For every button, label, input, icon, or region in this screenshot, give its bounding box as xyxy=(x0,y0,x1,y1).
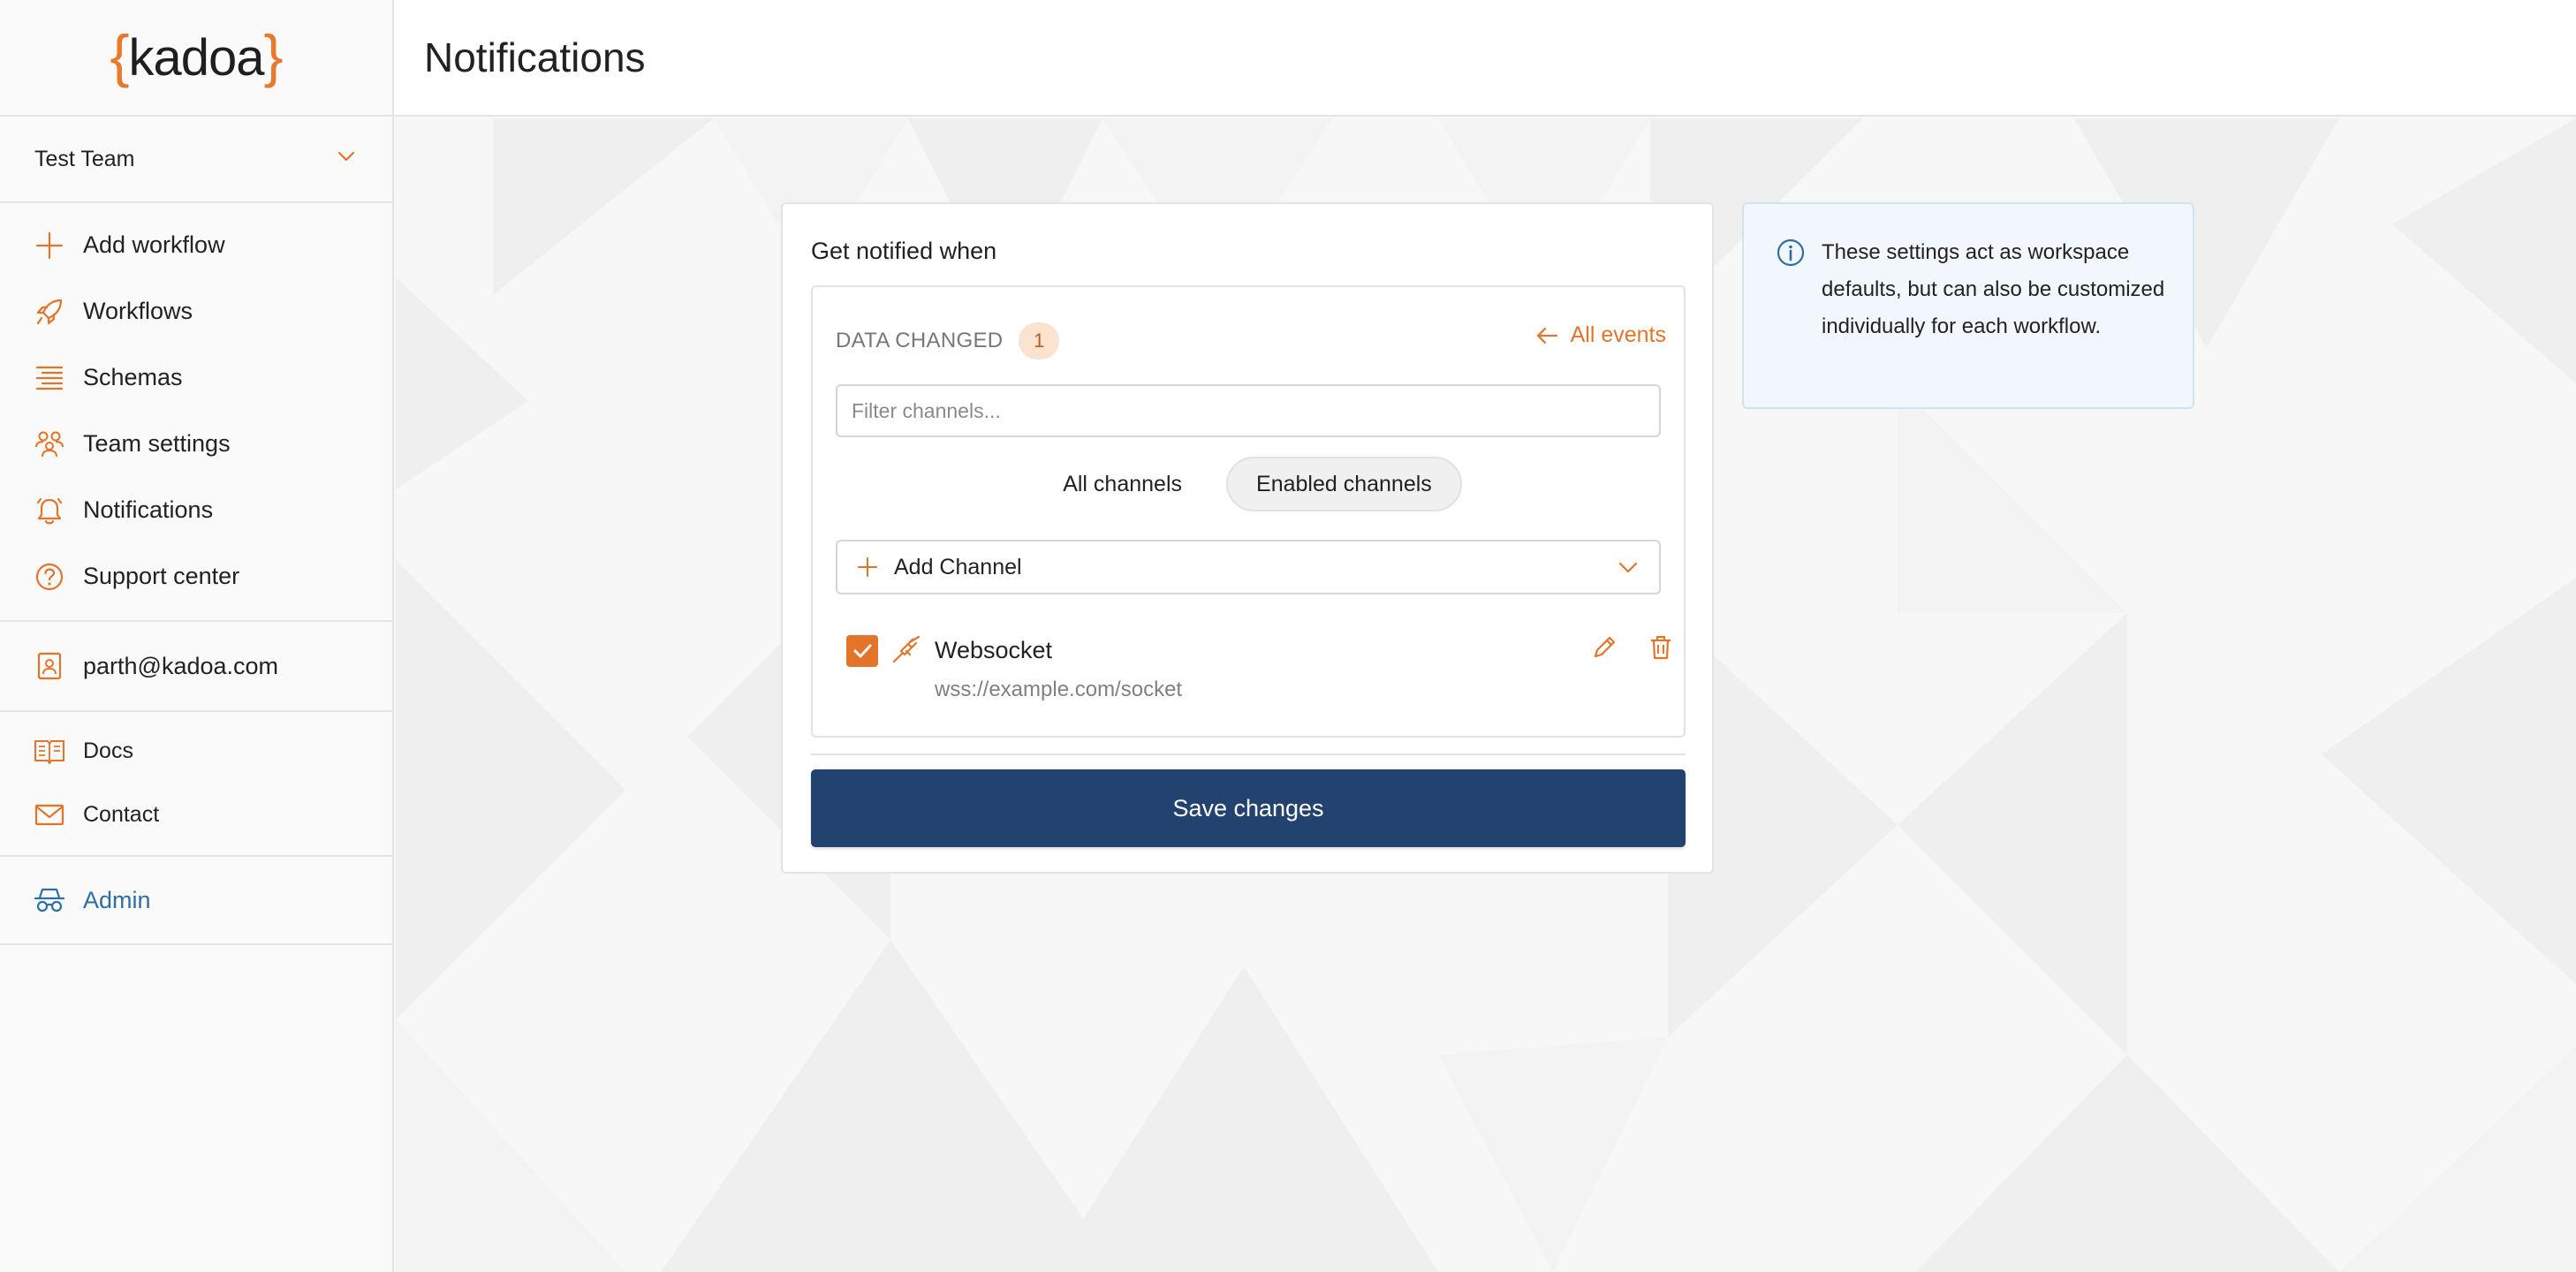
channel-filter-tabs: All channels Enabled channels xyxy=(813,457,1684,511)
edit-channel-button[interactable] xyxy=(1590,633,1618,666)
help-circle-icon xyxy=(34,561,65,593)
channel-row: Websocket wss://example.com/socket xyxy=(846,625,1671,713)
event-header: DATA CHANGED 1 xyxy=(836,322,1060,360)
admin-section: Admin xyxy=(0,857,392,945)
plus-icon xyxy=(858,557,877,577)
bell-icon xyxy=(34,495,65,526)
main-content: Get notified when DATA CHANGED 1 All eve… xyxy=(396,118,2576,1272)
user-section: parth@kadoa.com xyxy=(0,622,392,712)
delete-channel-button[interactable] xyxy=(1647,633,1675,666)
incognito-icon xyxy=(34,884,65,916)
card-title: Get notified when xyxy=(811,238,997,264)
nav-docs[interactable]: Docs xyxy=(0,719,392,783)
save-changes-button[interactable]: Save changes xyxy=(811,769,1686,847)
channel-url: wss://example.com/socket xyxy=(935,678,1183,701)
schema-list-icon xyxy=(34,362,65,394)
all-events-link[interactable]: All events xyxy=(1535,322,1666,348)
page-title: Notifications xyxy=(424,34,646,80)
user-account[interactable]: parth@kadoa.com xyxy=(0,622,392,710)
event-count-badge: 1 xyxy=(1019,322,1060,360)
help-links: Docs Contact xyxy=(0,712,392,857)
plus-icon xyxy=(34,230,65,261)
event-panel: DATA CHANGED 1 All events All channels E… xyxy=(811,285,1686,738)
plug-icon xyxy=(890,633,922,670)
info-icon xyxy=(1776,238,1806,272)
rocket-icon xyxy=(34,296,65,328)
page-header: Notifications xyxy=(394,0,2576,117)
add-channel-dropdown[interactable]: Add Channel xyxy=(836,540,1661,594)
tab-all-channels[interactable]: All channels xyxy=(1034,457,1210,511)
trash-icon xyxy=(1651,635,1671,660)
channel-name: Websocket xyxy=(935,637,1053,663)
book-icon xyxy=(34,735,65,767)
nav-add-workflow[interactable]: Add workflow xyxy=(0,212,392,278)
add-channel-label: Add Channel xyxy=(894,554,1022,579)
nav-workflows[interactable]: Workflows xyxy=(0,278,392,344)
kadoa-logo[interactable]: {kadoa} xyxy=(0,0,392,117)
main-nav: Add workflow Workflows Schemas Team sett… xyxy=(0,203,392,622)
info-text: These settings act as workspace defaults… xyxy=(1822,240,2165,338)
team-selector[interactable]: Test Team xyxy=(0,117,392,203)
checkmark-icon xyxy=(853,644,872,658)
divider xyxy=(811,753,1686,755)
nav-team-settings[interactable]: Team settings xyxy=(0,411,392,477)
channel-enabled-checkbox[interactable] xyxy=(846,635,878,667)
team-name: Test Team xyxy=(34,146,135,171)
contact-card-icon xyxy=(34,650,65,682)
team-icon xyxy=(34,428,65,460)
notification-card: Get notified when DATA CHANGED 1 All eve… xyxy=(781,202,1714,874)
chevron-down-icon xyxy=(336,146,357,173)
filter-channels-input[interactable] xyxy=(836,384,1661,437)
info-box: These settings act as workspace defaults… xyxy=(1742,202,2194,409)
nav-schemas[interactable]: Schemas xyxy=(0,344,392,411)
nav-admin[interactable]: Admin xyxy=(0,857,392,943)
envelope-icon xyxy=(34,799,65,830)
event-label: DATA CHANGED xyxy=(836,329,1004,352)
chevron-down-icon xyxy=(1618,562,1638,573)
pencil-icon xyxy=(1594,636,1616,658)
sidebar: {kadoa} Test Team Add workflow Workflows… xyxy=(0,0,394,1272)
user-email: parth@kadoa.com xyxy=(83,652,279,679)
tab-enabled-channels[interactable]: Enabled channels xyxy=(1226,457,1462,511)
arrow-left-icon xyxy=(1536,327,1557,344)
nav-contact[interactable]: Contact xyxy=(0,783,392,846)
nav-notifications[interactable]: Notifications xyxy=(0,477,392,543)
nav-support-center[interactable]: Support center xyxy=(0,543,392,610)
